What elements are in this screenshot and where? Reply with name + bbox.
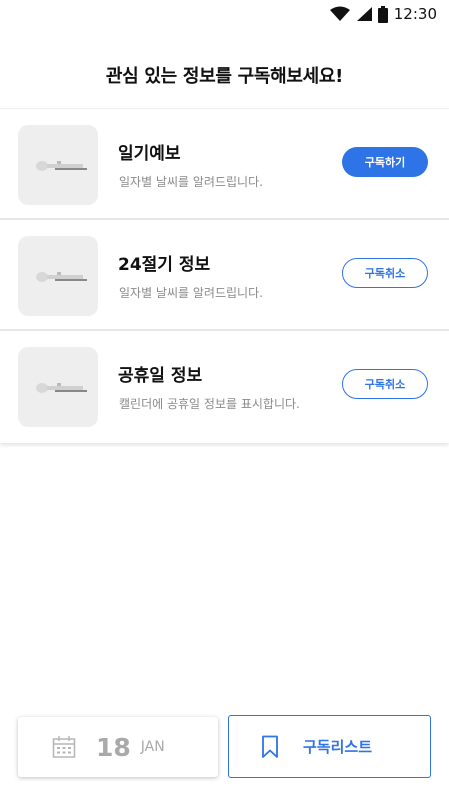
item-title: 일기예보 xyxy=(118,144,181,164)
calendar-icon xyxy=(52,736,76,758)
list-item: 공휴일 정보 캘린더에 공휴일 정보를 표시합니다. 구독취소 xyxy=(0,331,449,443)
date-button[interactable]: 18 JAN xyxy=(18,717,218,777)
item-title: 24절기 정보 xyxy=(118,255,211,275)
unsubscribe-button[interactable]: 구독취소 xyxy=(342,369,428,399)
subscribe-button[interactable]: 구독하기 xyxy=(342,147,428,177)
item-description: 일자별 날씨를 알려드립니다. xyxy=(119,286,263,300)
wifi-icon xyxy=(329,6,350,21)
unsubscribe-button[interactable]: 구독취소 xyxy=(342,258,428,288)
image-placeholder-icon xyxy=(36,161,87,171)
image-placeholder-icon xyxy=(36,272,87,282)
item-description: 캘린더에 공휴일 정보를 표시합니다. xyxy=(119,397,300,411)
list-item: 24절기 정보 일자별 날씨를 알려드립니다. 구독취소 xyxy=(0,220,449,331)
bookmark-icon xyxy=(262,735,278,758)
battery-icon xyxy=(377,5,388,23)
item-thumbnail xyxy=(18,236,98,316)
status-time: 12:30 xyxy=(393,5,437,23)
date-day: 18 xyxy=(96,732,131,762)
image-placeholder-icon xyxy=(36,383,87,393)
item-thumbnail xyxy=(18,125,98,205)
page-title: 관심 있는 정보를 구독해보세요! xyxy=(105,66,344,87)
item-title: 공휴일 정보 xyxy=(118,366,203,386)
bottom-bar: 18 JAN 구독리스트 xyxy=(18,715,431,778)
list-item: 일기예보 일자별 날씨를 알려드립니다. 구독하기 xyxy=(0,109,449,220)
signal-icon xyxy=(356,7,372,21)
status-bar: 12:30 xyxy=(0,0,449,28)
subscription-list-button[interactable]: 구독리스트 xyxy=(228,715,431,778)
subscription-list-label: 구독리스트 xyxy=(303,738,373,756)
item-description: 일자별 날씨를 알려드립니다. xyxy=(119,175,263,189)
subscription-list: 일기예보 일자별 날씨를 알려드립니다. 구독하기 24절기 정보 일자별 날씨… xyxy=(0,108,449,443)
item-thumbnail xyxy=(18,347,98,427)
date-month: JAN xyxy=(140,739,165,755)
